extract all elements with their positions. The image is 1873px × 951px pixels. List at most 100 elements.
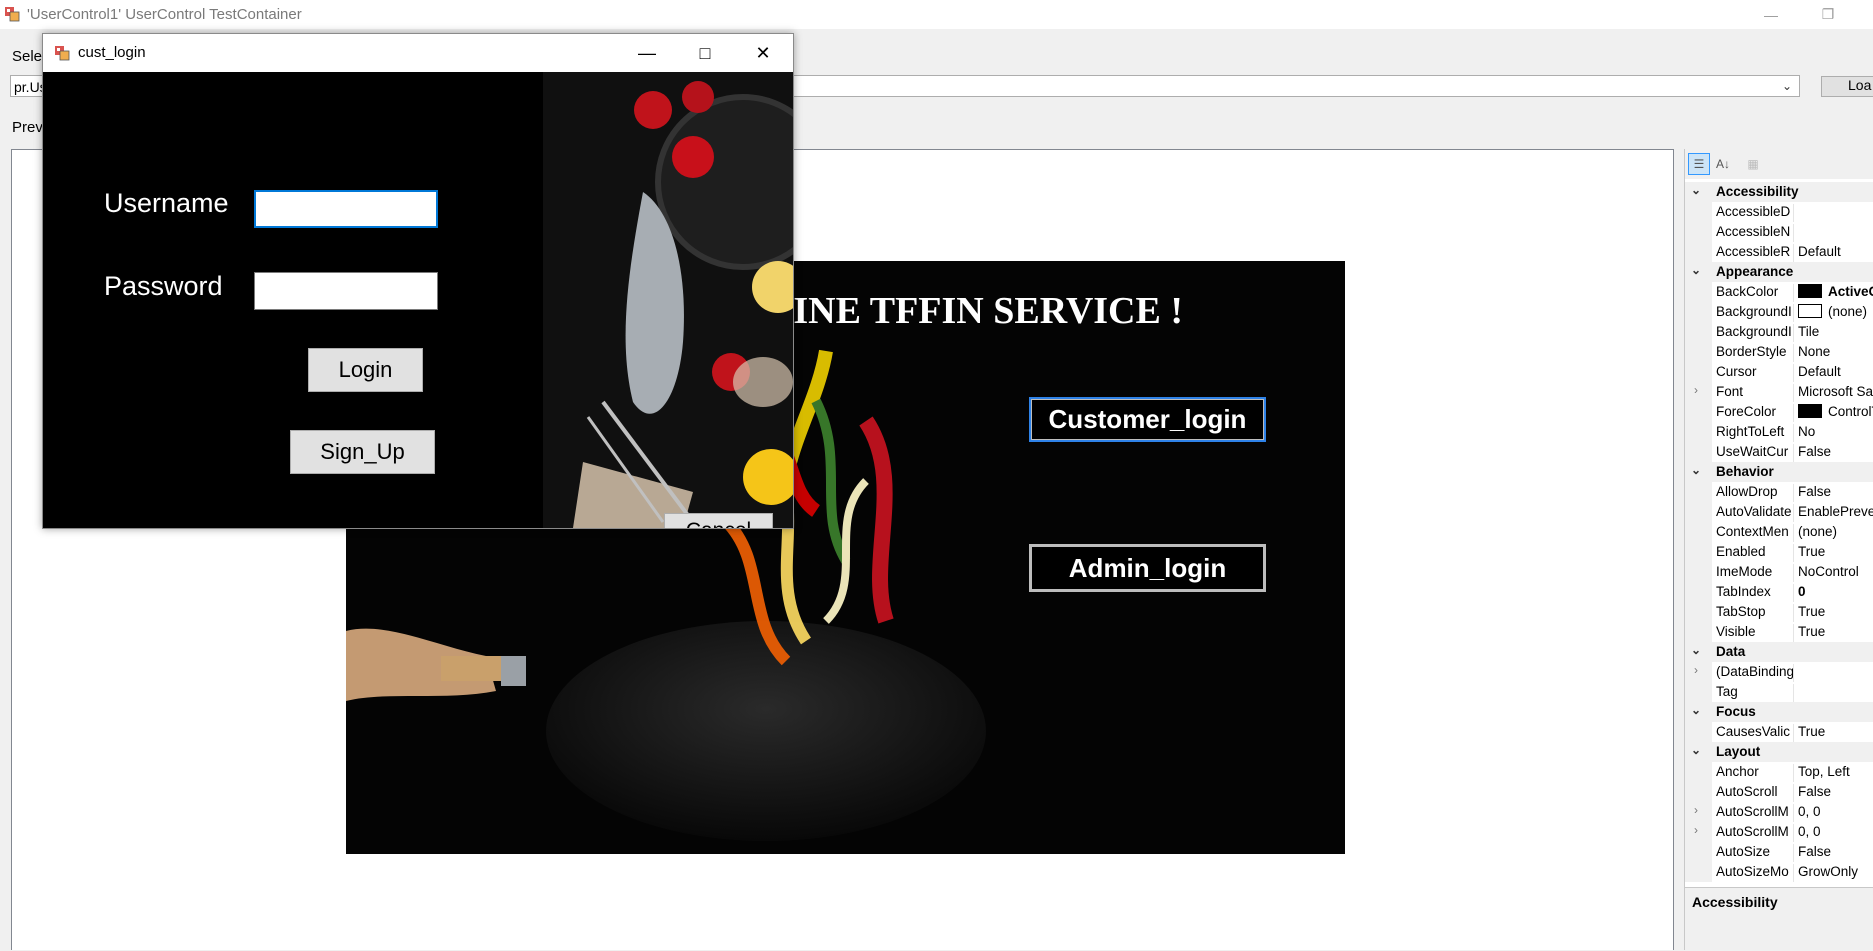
property-value[interactable]: EnablePreve: [1798, 504, 1873, 519]
chevron-right-icon[interactable]: ›: [1694, 663, 1698, 677]
property-row[interactable]: AutoSize False: [1685, 842, 1873, 862]
property-value[interactable]: 0: [1798, 584, 1806, 599]
chevron-down-icon[interactable]: ⌄: [1691, 703, 1701, 717]
chevron-down-icon[interactable]: ⌄: [1778, 76, 1796, 96]
chevron-down-icon[interactable]: ⌄: [1691, 743, 1701, 757]
property-gutter: [1685, 282, 1712, 302]
property-category-label: Focus: [1716, 704, 1756, 719]
alphabetical-sort-icon[interactable]: A↓: [1712, 153, 1734, 175]
chevron-down-icon[interactable]: ⌄: [1691, 463, 1701, 477]
property-name: AutoScrollM: [1716, 824, 1794, 842]
property-pages-icon[interactable]: ▦: [1742, 153, 1764, 175]
property-row[interactable]: UseWaitCur False: [1685, 442, 1873, 462]
property-row[interactable]: TabIndex 0: [1685, 582, 1873, 602]
property-value-text: False: [1798, 444, 1832, 459]
property-category[interactable]: ⌄ Behavior: [1685, 462, 1873, 482]
signup-button[interactable]: Sign_Up: [290, 430, 435, 474]
property-row[interactable]: BorderStyle None: [1685, 342, 1873, 362]
property-value[interactable]: 0, 0: [1798, 804, 1821, 819]
property-row[interactable]: AutoValidate EnablePreve: [1685, 502, 1873, 522]
minimize-icon[interactable]: —: [1748, 0, 1794, 29]
property-row[interactable]: AutoSizeMo GrowOnly: [1685, 862, 1873, 882]
property-value-text: Default: [1798, 244, 1841, 259]
property-value[interactable]: No: [1798, 424, 1815, 439]
property-row[interactable]: AccessibleD: [1685, 202, 1873, 222]
property-row[interactable]: AutoScroll False: [1685, 782, 1873, 802]
property-row[interactable]: ContextMen (none): [1685, 522, 1873, 542]
property-value[interactable]: Default: [1798, 364, 1841, 379]
property-row[interactable]: › AutoScrollM 0, 0: [1685, 802, 1873, 822]
property-value[interactable]: NoControl: [1798, 564, 1859, 579]
property-row[interactable]: AccessibleN: [1685, 222, 1873, 242]
property-value[interactable]: ControlT: [1798, 404, 1873, 419]
property-value[interactable]: ActiveC: [1798, 284, 1873, 299]
chevron-right-icon[interactable]: ›: [1694, 823, 1698, 837]
login-titlebar[interactable]: cust_login — □ ✕: [43, 34, 793, 72]
property-row[interactable]: › (DataBinding: [1685, 662, 1873, 682]
cancel-button[interactable]: Cancel: [664, 513, 773, 528]
property-value[interactable]: (none): [1798, 524, 1837, 539]
chevron-right-icon[interactable]: ›: [1694, 803, 1698, 817]
property-row[interactable]: Anchor Top, Left: [1685, 762, 1873, 782]
restore-icon[interactable]: ❐: [1805, 0, 1851, 29]
maximize-icon[interactable]: □: [676, 34, 734, 72]
property-value[interactable]: Tile: [1798, 324, 1819, 339]
property-category[interactable]: ⌄ Layout: [1685, 742, 1873, 762]
property-row[interactable]: BackColor ActiveC: [1685, 282, 1873, 302]
admin-login-button[interactable]: Admin_login: [1029, 544, 1266, 592]
chevron-down-icon[interactable]: ⌄: [1691, 263, 1701, 277]
property-value[interactable]: False: [1798, 444, 1831, 459]
chevron-down-icon[interactable]: ⌄: [1691, 183, 1701, 197]
login-button[interactable]: Login: [308, 348, 423, 392]
property-row[interactable]: › Font Microsoft San: [1685, 382, 1873, 402]
property-value[interactable]: True: [1798, 604, 1825, 619]
property-row[interactable]: BackgroundI (none): [1685, 302, 1873, 322]
load-button[interactable]: Loa: [1821, 76, 1873, 97]
username-input[interactable]: [254, 190, 438, 228]
property-row[interactable]: Cursor Default: [1685, 362, 1873, 382]
property-row[interactable]: ImeMode NoControl: [1685, 562, 1873, 582]
property-name: Visible: [1716, 624, 1794, 642]
password-input[interactable]: [254, 272, 438, 310]
property-value[interactable]: True: [1798, 544, 1825, 559]
property-row[interactable]: Tag: [1685, 682, 1873, 702]
password-label: Password: [104, 271, 223, 301]
property-value[interactable]: Top, Left: [1798, 764, 1850, 779]
property-row[interactable]: › AutoScrollM 0, 0: [1685, 822, 1873, 842]
property-row[interactable]: AccessibleR Default: [1685, 242, 1873, 262]
property-gutter: [1685, 562, 1712, 582]
property-category[interactable]: ⌄ Appearance: [1685, 262, 1873, 282]
property-value[interactable]: True: [1798, 624, 1825, 639]
categorized-icon[interactable]: ☰: [1688, 153, 1710, 175]
chevron-down-icon[interactable]: ⌄: [1691, 643, 1701, 657]
property-value-text: (none): [1828, 304, 1868, 319]
property-value[interactable]: Microsoft San: [1798, 384, 1873, 399]
property-row[interactable]: BackgroundI Tile: [1685, 322, 1873, 342]
property-value[interactable]: None: [1798, 344, 1830, 359]
property-value[interactable]: 0, 0: [1798, 824, 1821, 839]
property-row[interactable]: Visible True: [1685, 622, 1873, 642]
chevron-right-icon[interactable]: ›: [1694, 383, 1698, 397]
property-category[interactable]: ⌄ Accessibility: [1685, 182, 1873, 202]
property-category-label: Behavior: [1716, 464, 1774, 479]
property-row[interactable]: RightToLeft No: [1685, 422, 1873, 442]
property-row[interactable]: TabStop True: [1685, 602, 1873, 622]
customer-login-button[interactable]: Customer_login: [1029, 397, 1266, 442]
property-value[interactable]: False: [1798, 784, 1831, 799]
property-category[interactable]: ⌄ Data: [1685, 642, 1873, 662]
property-name: AllowDrop: [1716, 484, 1794, 502]
property-category[interactable]: ⌄ Focus: [1685, 702, 1873, 722]
property-row[interactable]: CausesValic True: [1685, 722, 1873, 742]
property-row[interactable]: AllowDrop False: [1685, 482, 1873, 502]
property-value[interactable]: Default: [1798, 244, 1841, 259]
close-icon[interactable]: ✕: [734, 34, 792, 72]
property-value[interactable]: False: [1798, 844, 1831, 859]
property-value[interactable]: (none): [1798, 304, 1867, 319]
property-value[interactable]: True: [1798, 724, 1825, 739]
minimize-icon[interactable]: —: [618, 34, 676, 72]
property-gutter: [1685, 302, 1712, 322]
property-value[interactable]: False: [1798, 484, 1831, 499]
property-row[interactable]: Enabled True: [1685, 542, 1873, 562]
property-row[interactable]: ForeColor ControlT: [1685, 402, 1873, 422]
property-value[interactable]: GrowOnly: [1798, 864, 1858, 879]
